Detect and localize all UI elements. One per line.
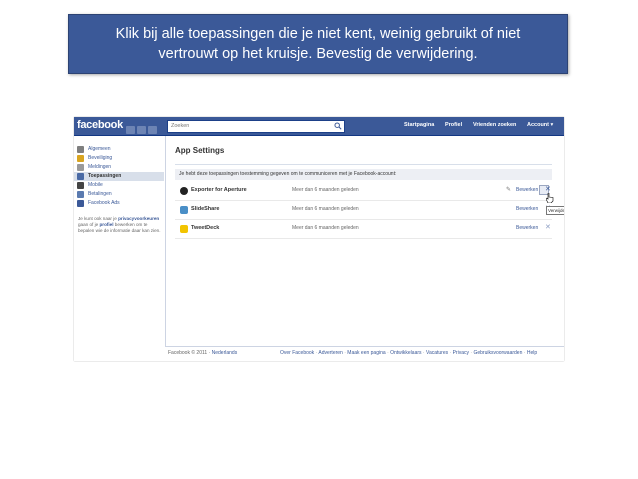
separator: ·	[470, 350, 473, 356]
app-row: SlideShare Meer dan 6 maanden geleden Be…	[175, 201, 552, 220]
app-row: TweetDeck Meer dan 6 maanden geleden Bew…	[175, 220, 552, 239]
sidebar-item-security[interactable]: Beveiliging	[74, 154, 164, 163]
footer-link-terms[interactable]: Gebruiksvoorwaarden	[473, 350, 522, 356]
aperture-app-icon	[180, 187, 188, 195]
apps-icon	[77, 173, 84, 180]
facebook-logo[interactable]: facebook	[77, 119, 123, 131]
messages-icon[interactable]	[137, 126, 146, 134]
copyright: Facebook © 2011 ·	[168, 350, 211, 356]
mouse-pointer-icon	[546, 193, 554, 203]
nav-profile[interactable]: Profiel	[445, 122, 462, 128]
sidebar-privacy-note: Je kunt ook naar je privacyvoorkeuren ga…	[78, 216, 162, 234]
instruction-banner: Klik bij alle toepassingen die je niet k…	[68, 14, 568, 74]
divider	[175, 164, 552, 165]
language-link[interactable]: Nederlands	[212, 350, 238, 356]
page-title: App Settings	[175, 146, 225, 155]
footer-links: Over Facebook · Adverteren · Maak een pa…	[280, 347, 537, 360]
edit-app-link[interactable]: Bewerken	[516, 225, 538, 231]
footer-link-create-page[interactable]: Maak een pagina	[347, 350, 385, 356]
app-name[interactable]: SlideShare	[191, 206, 219, 212]
edit-app-link[interactable]: Bewerken	[516, 187, 538, 193]
tweetdeck-app-icon	[180, 225, 188, 233]
slideshare-app-icon	[180, 206, 188, 214]
remove-tooltip: Verwijderen	[546, 206, 564, 215]
note-text: Je kunt ook naar je	[78, 216, 117, 221]
notification-jewels	[126, 121, 162, 134]
app-last-used: Meer dan 6 maanden geleden	[292, 225, 359, 231]
separator: ·	[422, 350, 425, 356]
sidebar-item-label: Facebook Ads	[88, 200, 120, 206]
sidebar-item-label: Toepassingen	[88, 173, 122, 179]
lock-icon	[77, 155, 84, 162]
instruction-line-1: Klik bij alle toepassingen die je niet k…	[115, 26, 521, 42]
apps-intro: Je hebt deze toepassingen toestemming ge…	[175, 169, 552, 180]
separator: ·	[387, 350, 389, 356]
separator: ·	[449, 350, 452, 356]
payments-icon	[77, 191, 84, 198]
mobile-icon	[77, 182, 84, 189]
facebook-screenshot: facebook Zoeken Startpagina Profiel Vrie…	[74, 117, 564, 361]
sidebar-item-payments[interactable]: Betalingen	[74, 190, 164, 199]
instruction-line-2: vertrouwt op het kruisje. Bevestig de ve…	[158, 46, 478, 62]
friend-requests-icon[interactable]	[126, 126, 135, 134]
gear-icon	[77, 146, 84, 153]
sidebar-item-label: Meldingen	[88, 164, 112, 170]
app-row: Exporter for Aperture Meer dan 6 maanden…	[175, 182, 552, 201]
footer-link-about[interactable]: Over Facebook	[280, 350, 314, 356]
footer-left: Facebook © 2011 · Nederlands	[168, 347, 237, 360]
app-name[interactable]: Exporter for Aperture	[191, 187, 247, 193]
pencil-icon: ✎	[506, 187, 512, 193]
app-last-used: Meer dan 6 maanden geleden	[292, 187, 359, 193]
notifications-icon[interactable]	[148, 126, 157, 134]
sidebar-item-label: Mobile	[88, 182, 103, 188]
notification-icon	[77, 164, 84, 171]
app-last-used: Meer dan 6 maanden geleden	[292, 206, 359, 212]
sidebar-item-facebook-ads[interactable]: Facebook Ads	[74, 199, 164, 208]
sidebar-item-label: Algemeen	[88, 146, 111, 152]
search-icon[interactable]	[334, 122, 342, 130]
settings-sidebar: Algemeen Beveiliging Meldingen Toepassin…	[74, 136, 164, 361]
facebook-top-bar: facebook Zoeken Startpagina Profiel Vrie…	[74, 117, 564, 136]
search-input[interactable]: Zoeken	[167, 120, 345, 133]
profile-link[interactable]: profiel	[99, 222, 113, 227]
privacy-settings-link[interactable]: privacyvoorkeuren	[118, 216, 159, 221]
search-placeholder: Zoeken	[171, 123, 190, 129]
footer: Facebook © 2011 · Nederlands Over Facebo…	[165, 346, 564, 361]
separator: ·	[523, 350, 526, 356]
footer-link-advertising[interactable]: Adverteren	[318, 350, 342, 356]
separator: ·	[344, 350, 346, 356]
app-name[interactable]: TweetDeck	[191, 225, 219, 231]
separator: ·	[315, 350, 318, 356]
nav-account[interactable]: Account ▾	[527, 122, 553, 128]
note-text: gaan of je	[78, 222, 99, 227]
footer-link-help[interactable]: Help	[527, 350, 537, 356]
sidebar-item-mobile[interactable]: Mobile	[74, 181, 164, 190]
nav-find-friends[interactable]: Vrienden zoeken	[473, 122, 516, 128]
sidebar-item-label: Beveiliging	[88, 155, 113, 161]
app-settings-panel: App Settings Je hebt deze toepassingen t…	[165, 136, 564, 346]
sidebar-item-apps[interactable]: Toepassingen	[74, 172, 164, 181]
footer-link-privacy[interactable]: Privacy	[453, 350, 469, 356]
nav-home[interactable]: Startpagina	[404, 122, 434, 128]
edit-app-link[interactable]: Bewerken	[516, 206, 538, 212]
sidebar-item-label: Betalingen	[88, 191, 112, 197]
footer-link-careers[interactable]: Vacatures	[426, 350, 448, 356]
remove-app-icon[interactable]: ✕	[545, 224, 551, 232]
ads-icon	[77, 200, 84, 207]
sidebar-item-notifications[interactable]: Meldingen	[74, 163, 164, 172]
sidebar-item-general[interactable]: Algemeen	[74, 145, 164, 154]
footer-link-developers[interactable]: Ontwikkelaars	[390, 350, 421, 356]
